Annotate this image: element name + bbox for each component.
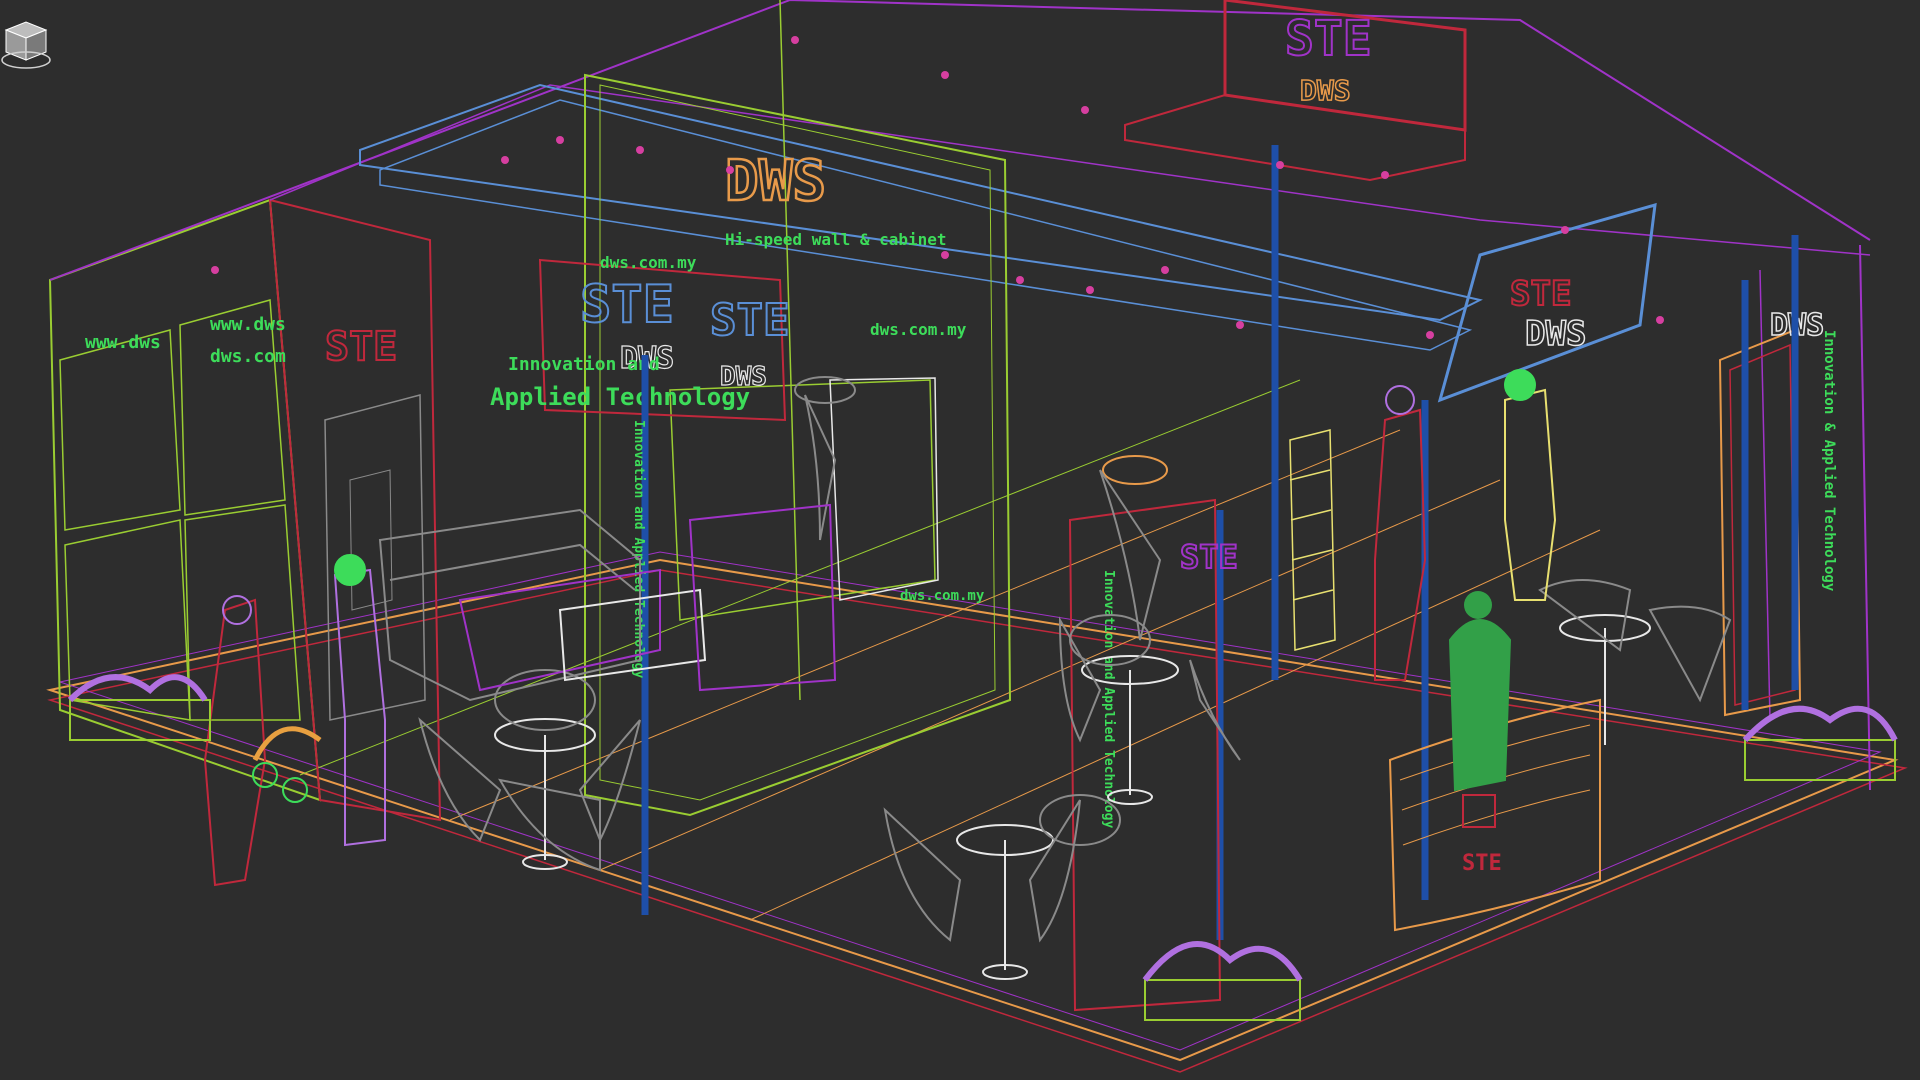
left-wall-web2: www.dws — [210, 314, 286, 335]
side-box-url: dws.com.my — [900, 588, 985, 604]
sofa — [378, 503, 837, 702]
center-column-logo: STE — [1180, 538, 1238, 576]
3d-viewport[interactable]: STE DWS DWS Hi-speed wall & cabinet dws.… — [0, 0, 1920, 1080]
overhead-brand: DWS — [1525, 314, 1586, 354]
center-column: STE — [1068, 498, 1239, 1012]
right-box-url: dws.com.my — [870, 320, 967, 339]
overhead-logo: STE — [1510, 274, 1571, 314]
view-cube-icon[interactable] — [0, 0, 52, 72]
top-truss — [49, 0, 1871, 791]
center-box-brand: DWS — [725, 149, 826, 214]
planters — [67, 674, 1898, 1021]
reception-logo: STE — [1462, 851, 1502, 876]
center-box-url: dws.com.my — [600, 253, 697, 272]
wireframe-scene[interactable]: STE DWS DWS Hi-speed wall & cabinet dws.… — [0, 0, 1920, 1080]
top-banner-sign: STE DWS — [1124, 0, 1467, 182]
top-banner-brand: DWS — [1300, 74, 1351, 107]
applied-line1: Innovation and — [508, 354, 660, 375]
applied-line2: Applied Technology — [490, 383, 750, 411]
panel-logo-right: STE — [710, 295, 789, 346]
left-wall-url: dws.com — [210, 346, 286, 367]
ceiling-lights — [211, 36, 1664, 339]
top-banner-logo: STE — [1285, 11, 1372, 67]
center-box-tagline: Hi-speed wall & cabinet — [725, 230, 947, 249]
lounge-furniture — [418, 376, 1732, 980]
floor-platform — [46, 379, 1908, 1073]
left-wall-web: www.dws — [85, 332, 161, 353]
column-vertical-text: Innovation and Applied Technology — [631, 420, 646, 678]
right-wall: DWS Innovation & Applied Technology — [1718, 307, 1837, 717]
panel-logo-left: STE — [580, 275, 674, 335]
column-vertical-text-2: Innovation and Applied Technology — [1101, 570, 1116, 828]
left-wall — [48, 198, 442, 822]
panel-logo-left-small: STE — [325, 324, 397, 370]
magazine-rack — [1289, 429, 1336, 651]
right-wall-vertical: Innovation & Applied Technology — [1821, 330, 1837, 592]
overhead-sign: STE DWS — [1437, 202, 1657, 403]
